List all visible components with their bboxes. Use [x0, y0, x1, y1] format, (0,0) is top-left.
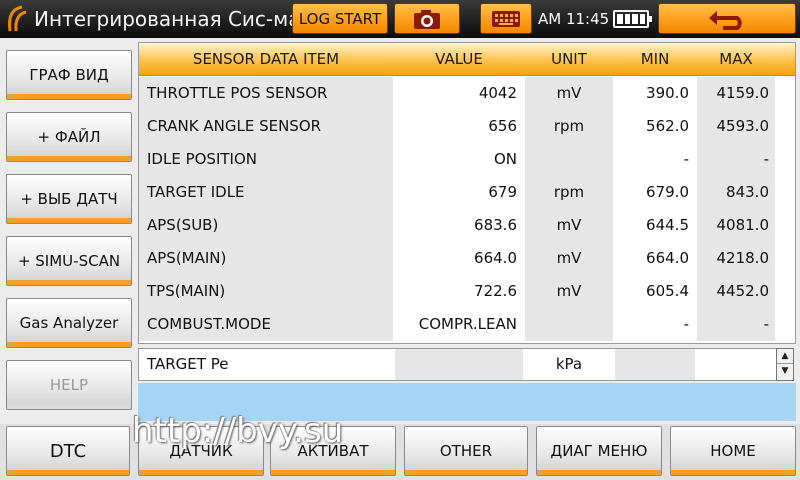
cell-max: 843.0 [697, 176, 775, 209]
table-row-target-pe[interactable]: TARGET Pe kPa [138, 348, 779, 381]
cell-max: 4452.0 [697, 275, 775, 308]
cell-min: 562.0 [615, 110, 695, 143]
header-max: MAX [719, 50, 753, 68]
table-row[interactable]: COMBUST.MODE COMPR.LEAN - - [139, 308, 795, 341]
back-button[interactable] [658, 3, 796, 34]
cell-item: TARGET IDLE [139, 176, 393, 209]
cell-value: 4042 [395, 77, 523, 110]
dtc-button[interactable]: DTC [6, 426, 130, 476]
cell-max: - [697, 308, 775, 341]
camera-icon [414, 9, 440, 29]
table-row[interactable]: CRANK ANGLE SENSOR 656 rpm 562.0 4593.0 [139, 110, 795, 143]
cell-item: COMBUST.MODE [139, 308, 393, 341]
cell-value: 679 [395, 176, 523, 209]
cell-value: 664.0 [395, 242, 523, 275]
cell-value [395, 349, 523, 380]
cell-max: - [697, 143, 775, 176]
sensor-button[interactable]: ДАТЧИК [138, 426, 264, 476]
table-row[interactable]: THROTTLE POS SENSOR 4042 mV 390.0 4159.0 [139, 77, 795, 110]
home-button[interactable]: HOME [670, 426, 796, 476]
table-row[interactable]: APS(SUB) 683.6 mV 644.5 4081.0 [139, 209, 795, 242]
table-row[interactable]: TPS(MAIN) 722.6 mV 605.4 4452.0 [139, 275, 795, 308]
title-bar: Интегрированная Сис-ма Ди LOG START AM 1… [0, 0, 800, 38]
cell-min: 644.5 [615, 209, 695, 242]
cell-min: - [615, 143, 695, 176]
keyboard-icon [492, 10, 520, 27]
cell-item: TARGET Pe [139, 349, 393, 380]
diag-menu-button[interactable]: ДИАГ МЕНЮ [536, 426, 662, 476]
cell-value: 656 [395, 110, 523, 143]
cell-max: 4081.0 [697, 209, 775, 242]
cell-item: IDLE POSITION [139, 143, 393, 176]
help-button[interactable]: HELP [6, 360, 132, 410]
cell-max [697, 349, 779, 380]
sensor-data-table: SENSOR DATA ITEM VALUE UNIT MIN MAX THRO… [138, 42, 796, 344]
table-header: SENSOR DATA ITEM VALUE UNIT MIN MAX [139, 43, 795, 76]
info-bar [138, 383, 796, 421]
keyboard-button[interactable] [480, 3, 532, 34]
camera-button[interactable] [394, 3, 460, 34]
back-arrow-icon [709, 10, 742, 30]
cell-min: - [615, 308, 695, 341]
table-row[interactable]: TARGET IDLE 679 rpm 679.0 843.0 [139, 176, 795, 209]
cell-item: APS(SUB) [139, 209, 393, 242]
cell-value: 683.6 [395, 209, 523, 242]
cell-value: 722.6 [395, 275, 523, 308]
table-row[interactable]: IDLE POSITION ON - - [139, 143, 795, 176]
actuation-button[interactable]: АКТИВАТ [270, 426, 396, 476]
cell-value: ON [395, 143, 523, 176]
cell-min: 605.4 [615, 275, 695, 308]
scroll-up-icon[interactable]: ▲ [777, 349, 793, 364]
cell-unit: mV [525, 77, 613, 110]
clock: AM 11:45 [538, 10, 610, 28]
simu-scan-button[interactable]: + SIMU-SCAN [6, 236, 132, 286]
cell-unit [525, 143, 613, 176]
cell-min: 390.0 [615, 77, 695, 110]
cell-item: THROTTLE POS SENSOR [139, 77, 393, 110]
cell-unit: rpm [525, 110, 613, 143]
cell-unit: kPa [525, 349, 613, 380]
cell-max: 4218.0 [697, 242, 775, 275]
file-button[interactable]: + ФАЙЛ [6, 112, 132, 162]
header-min: MIN [640, 50, 670, 68]
cell-min: 679.0 [615, 176, 695, 209]
cell-item: APS(MAIN) [139, 242, 393, 275]
other-button[interactable]: OTHER [404, 426, 528, 476]
app-title: Интегрированная Сис-ма Ди [34, 7, 294, 31]
battery-icon [613, 10, 652, 28]
log-start-button[interactable]: LOG START [292, 3, 388, 34]
cell-max: 4593.0 [697, 110, 775, 143]
graph-view-button[interactable]: ГРАФ ВИД [6, 50, 132, 100]
cell-unit: mV [525, 209, 613, 242]
cell-min: 664.0 [615, 242, 695, 275]
cell-item: CRANK ANGLE SENSOR [139, 110, 393, 143]
cell-value: COMPR.LEAN [395, 308, 523, 341]
app-logo-icon [8, 5, 27, 32]
scrollbar[interactable]: ▲ ▼ [776, 348, 794, 381]
header-unit: UNIT [551, 50, 587, 68]
select-sensor-button[interactable]: + ВЫБ ДАТЧ [6, 174, 132, 224]
cell-min [615, 349, 695, 380]
cell-unit [525, 308, 613, 341]
cell-unit: mV [525, 242, 613, 275]
table-row[interactable]: APS(MAIN) 664.0 mV 664.0 4218.0 [139, 242, 795, 275]
cell-unit: mV [525, 275, 613, 308]
header-value: VALUE [435, 50, 483, 68]
scroll-down-icon[interactable]: ▼ [777, 364, 793, 379]
cell-max: 4159.0 [697, 77, 775, 110]
header-item: SENSOR DATA ITEM [192, 50, 340, 68]
gas-analyzer-button[interactable]: Gas Analyzer [6, 298, 132, 348]
cell-unit: rpm [525, 176, 613, 209]
cell-item: TPS(MAIN) [139, 275, 393, 308]
